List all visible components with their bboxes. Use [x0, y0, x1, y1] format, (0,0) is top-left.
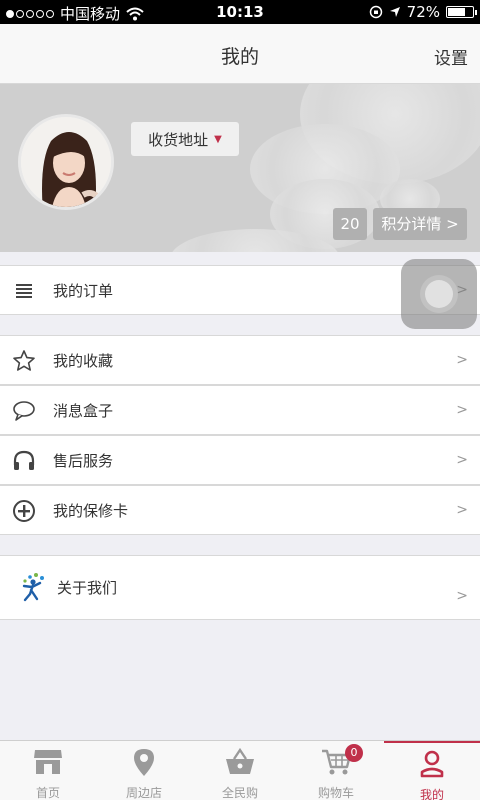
shipping-address-label: 收货地址 — [148, 130, 209, 149]
battery-percent: 72% — [406, 3, 440, 21]
menu-item-warranty[interactable]: 我的保修卡 > — [0, 485, 480, 535]
tab-label: 购物车 — [317, 786, 354, 800]
tab-label: 全民购 — [221, 786, 258, 800]
brand-logo-icon — [22, 573, 44, 602]
menu-item-about[interactable]: 关于我们 > — [0, 555, 480, 620]
star-icon — [13, 350, 35, 371]
avatar-portrait-icon — [21, 117, 111, 207]
tab-mine[interactable]: 我的 — [384, 741, 480, 800]
tab-cart[interactable]: 0 购物车 — [288, 741, 384, 800]
chevron-down-icon: ▼ — [214, 133, 222, 145]
store-icon — [34, 750, 62, 774]
nav-bar: 我的 设置 — [0, 24, 480, 84]
assistive-touch-button[interactable] — [401, 259, 477, 329]
menu-item-favorites[interactable]: 我的收藏 > — [0, 335, 480, 385]
tab-bar: 首页 周边店 全民购 0 购物车 我的 — [0, 740, 480, 800]
chevron-right-icon: > — [456, 352, 468, 368]
plus-circle-icon — [13, 500, 35, 522]
points-value: 20 — [333, 208, 367, 240]
shipping-address-button[interactable]: 收货地址 ▼ — [131, 122, 239, 156]
avatar[interactable] — [18, 114, 114, 210]
status-bar: 中国移动 10:13 72% — [0, 0, 480, 24]
menu-item-label: 关于我们 — [57, 579, 118, 597]
basket-icon — [226, 747, 254, 774]
chevron-right-icon: > — [456, 502, 468, 518]
tab-group-buy[interactable]: 全民购 — [192, 741, 288, 800]
status-right: 72% — [369, 3, 477, 21]
rotation-lock-icon — [369, 5, 382, 19]
headphones-icon — [13, 450, 35, 470]
list-icon — [16, 284, 32, 298]
chat-bubble-icon — [13, 401, 35, 421]
menu-item-messages[interactable]: 消息盒子 > — [0, 385, 480, 435]
points-detail-button[interactable]: 积分详情 > — [373, 208, 467, 240]
tab-label: 周边店 — [125, 786, 162, 800]
chevron-right-icon: > — [456, 588, 468, 604]
profile-header: 收货地址 ▼ 20 积分详情 > — [0, 84, 480, 252]
chevron-right-icon: > — [456, 402, 468, 418]
menu-item-label: 我的收藏 — [53, 351, 114, 370]
menu-item-label: 消息盒子 — [53, 401, 114, 420]
tab-label: 首页 — [35, 786, 60, 800]
location-pin-icon — [134, 749, 154, 776]
menu-item-after-sales[interactable]: 售后服务 > — [0, 435, 480, 485]
location-arrow-icon — [389, 7, 400, 17]
tab-home[interactable]: 首页 — [0, 741, 96, 800]
user-icon — [420, 750, 444, 778]
cart-count-badge: 0 — [345, 744, 363, 762]
menu-item-label: 我的订单 — [53, 281, 114, 300]
tab-nearby-stores[interactable]: 周边店 — [96, 741, 192, 800]
menu-item-label: 我的保修卡 — [53, 501, 129, 520]
battery-icon — [446, 6, 477, 18]
page-title: 我的 — [220, 46, 259, 68]
tab-label: 我的 — [419, 788, 444, 800]
chevron-right-icon: > — [456, 452, 468, 468]
menu-item-label: 售后服务 — [53, 451, 114, 470]
settings-button[interactable]: 设置 — [434, 44, 468, 69]
